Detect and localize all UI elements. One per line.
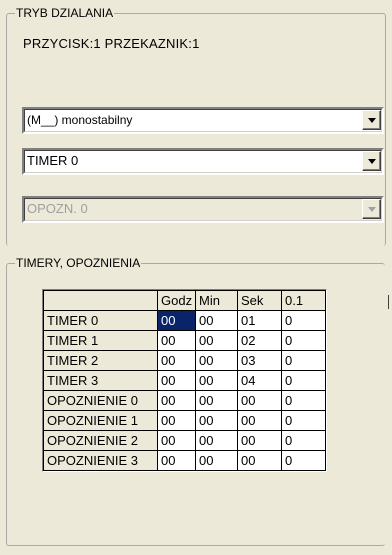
- table-cell[interactable]: 0: [281, 350, 326, 371]
- table-cell[interactable]: 00: [157, 390, 196, 411]
- table-cell[interactable]: 03: [237, 350, 282, 371]
- table-cell[interactable]: 00: [195, 310, 238, 331]
- table-cell[interactable]: 0: [281, 430, 326, 451]
- table-cell[interactable]: 00: [157, 410, 196, 431]
- table-cell[interactable]: 00: [195, 350, 238, 371]
- table-cell[interactable]: 00: [157, 370, 196, 391]
- delay-select-dropdown-button: [362, 199, 381, 219]
- table-cell[interactable]: 0: [281, 310, 326, 331]
- table-cell[interactable]: 00: [237, 430, 282, 451]
- chevron-down-icon: [368, 118, 376, 123]
- row-header: OPOZNIENIE 3: [43, 450, 158, 471]
- table-cell[interactable]: 0: [281, 370, 326, 391]
- column-header: Sek: [237, 290, 282, 311]
- chevron-down-icon: [368, 159, 376, 164]
- table-cell[interactable]: 0: [281, 390, 326, 411]
- table-cell[interactable]: 00: [237, 390, 282, 411]
- table-cell[interactable]: 00: [157, 430, 196, 451]
- column-header: 0.1: [281, 290, 326, 311]
- table-cell[interactable]: 00: [157, 450, 196, 471]
- row-header: OPOZNIENIE 1: [43, 410, 158, 431]
- timer-select-dropdown-button[interactable]: [362, 151, 381, 171]
- table-cell[interactable]: 00: [237, 410, 282, 431]
- table-cell[interactable]: 00: [157, 350, 196, 371]
- table-row: OPOZNIENIE 1 00 00 00 0: [43, 410, 326, 431]
- row-header: TIMER 1: [43, 330, 158, 351]
- table-row: TIMER 3 00 00 04 0: [43, 370, 326, 391]
- table-cell[interactable]: 00: [195, 390, 238, 411]
- mode-select-dropdown-button[interactable]: [362, 110, 381, 130]
- table-cell[interactable]: 00: [195, 450, 238, 471]
- table-cell[interactable]: 00: [157, 310, 196, 331]
- mode-select[interactable]: (M__) monostabilny: [22, 107, 384, 134]
- table-row: OPOZNIENIE 0 00 00 00 0: [43, 390, 326, 411]
- timer-select-value: TIMER 0: [27, 153, 79, 168]
- table-cell[interactable]: 0: [281, 450, 326, 471]
- timer-table: Godz Min Sek 0.1 TIMER 0 00 00 01 0 TIMER 1 00 00 02…: [43, 290, 326, 471]
- table-row: TIMER 0 00 00 01 0: [43, 310, 326, 331]
- table-row: TIMER 2 00 00 03 0: [43, 350, 326, 371]
- table-corner-cell: [43, 290, 158, 311]
- table-cell[interactable]: 0: [281, 410, 326, 431]
- table-cell[interactable]: 00: [195, 370, 238, 391]
- row-header: TIMER 3: [43, 370, 158, 391]
- table-cell[interactable]: 00: [237, 450, 282, 471]
- chevron-down-icon: [368, 207, 376, 212]
- row-header: OPOZNIENIE 0: [43, 390, 158, 411]
- delay-select-value: OPOZN. 0: [27, 201, 88, 216]
- mode-group-title: TRYB DZIALANIA: [15, 6, 115, 20]
- table-row: OPOZNIENIE 3 00 00 00 0: [43, 450, 326, 471]
- table-cell[interactable]: 00: [157, 330, 196, 351]
- table-cell[interactable]: 01: [237, 310, 282, 331]
- timer-select[interactable]: TIMER 0: [22, 148, 384, 175]
- row-header: TIMER 2: [43, 350, 158, 371]
- row-header: TIMER 0: [43, 310, 158, 331]
- timer-grid: Godz Min Sek 0.1 TIMER 0 00 00 01 0 TIMER 1 00 00 02…: [42, 289, 327, 472]
- table-row: TIMER 1 00 00 02 0: [43, 330, 326, 351]
- delay-select: OPOZN. 0: [22, 196, 384, 223]
- timers-group-title: TIMERY, OPOZNIENIA: [15, 256, 142, 270]
- column-header: Min: [195, 290, 238, 311]
- table-header-row: Godz Min Sek 0.1: [43, 290, 326, 311]
- mode-select-value: (M__) monostabilny: [27, 113, 133, 127]
- table-cell[interactable]: 00: [195, 330, 238, 351]
- table-row: OPOZNIENIE 2 00 00 00 0: [43, 430, 326, 451]
- status-text: PRZYCISK:1 PRZEKAZNIK:1: [23, 36, 200, 51]
- table-cell[interactable]: 00: [195, 430, 238, 451]
- table-cell[interactable]: 04: [237, 370, 282, 391]
- table-cell[interactable]: 00: [195, 410, 238, 431]
- side-divider: [388, 295, 389, 309]
- table-cell[interactable]: 0: [281, 330, 326, 351]
- table-cell[interactable]: 02: [237, 330, 282, 351]
- row-header: OPOZNIENIE 2: [43, 430, 158, 451]
- column-header: Godz: [157, 290, 196, 311]
